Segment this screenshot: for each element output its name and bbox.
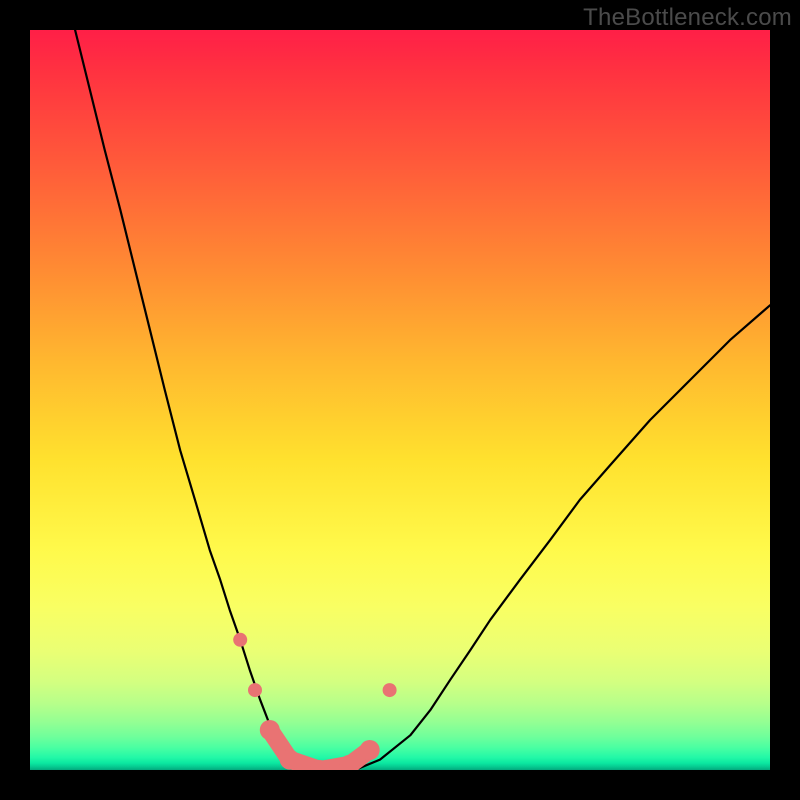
marker-dot bbox=[360, 740, 380, 760]
marker-dot bbox=[248, 683, 262, 697]
chart-svg bbox=[30, 30, 770, 770]
bottleneck-curve bbox=[75, 30, 770, 770]
marker-dot bbox=[233, 633, 247, 647]
plot-area bbox=[30, 30, 770, 770]
watermark-text: TheBottleneck.com bbox=[583, 4, 792, 32]
chart-frame: TheBottleneck.com bbox=[0, 0, 800, 800]
marker-dot bbox=[383, 683, 397, 697]
marker-group bbox=[233, 633, 396, 770]
marker-dot bbox=[280, 750, 300, 770]
marker-dot bbox=[260, 720, 280, 740]
